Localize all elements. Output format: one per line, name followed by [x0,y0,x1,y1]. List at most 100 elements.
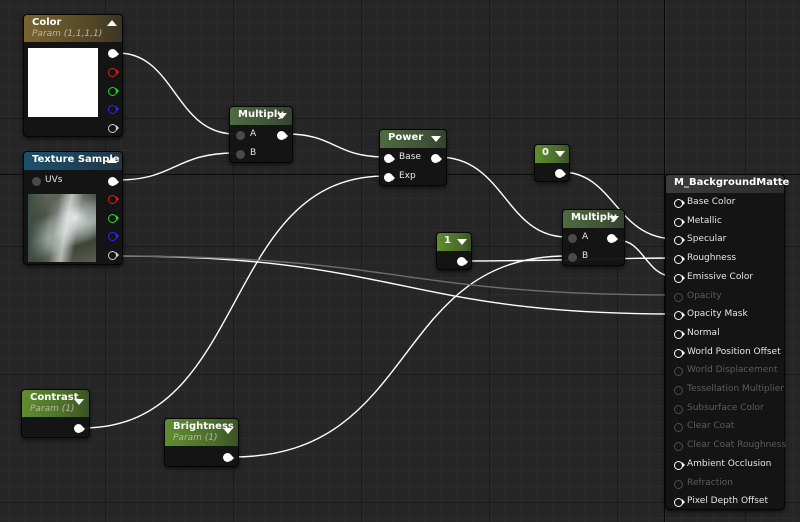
value-output-pin[interactable] [74,424,85,433]
result-output-pin[interactable] [607,234,618,243]
r-output-pin[interactable] [108,195,119,204]
uvs-label: UVs [45,175,63,185]
color-preview [28,48,98,117]
material-input-pin[interactable] [674,329,685,339]
caret-up-icon[interactable] [107,20,117,26]
uvs-input-pin[interactable] [32,177,41,186]
material-input-pin[interactable] [674,311,685,321]
material-input-label: Roughness [687,253,737,264]
texture-preview [28,194,96,262]
node-header[interactable]: Texture Sample [24,152,122,170]
b-input-label: B [582,251,589,261]
b-output-pin[interactable] [108,232,119,241]
caret-up-icon[interactable] [107,157,117,163]
material-input-label: Subsurface Color [687,402,764,413]
material-input-pin[interactable] [674,404,683,414]
node-title: Power [388,132,424,143]
brightness-param-node[interactable]: Brightness Param (1) [164,418,239,467]
g-output-pin[interactable] [108,214,119,223]
material-input-label: Opacity [687,290,722,301]
node-subtitle: Param (1,1,1,1) [32,29,103,39]
material-result-node[interactable]: M_BackgroundMatte Base Color Metallic Spec… [665,174,789,510]
b-input-pin[interactable] [236,150,245,159]
constant-node-0[interactable]: 0 [534,144,570,182]
node-title: Contrast [30,392,79,403]
material-input-label: Opacity Mask [687,309,748,320]
value-output-pin[interactable] [223,453,234,462]
wire-contrast-to-power-exp [82,175,386,429]
material-input-pin[interactable] [674,236,685,246]
r-output-pin[interactable] [108,68,119,77]
value-output-pin[interactable] [457,257,468,266]
material-input-label: Base Color [687,197,736,207]
material-input-pin[interactable] [674,460,685,470]
material-input-label: Emissive Color [687,271,754,282]
material-input-pin[interactable] [674,273,685,283]
node-header[interactable]: Color Param (1,1,1,1) [24,15,122,42]
caret-down-icon[interactable] [74,399,84,405]
material-input-pin[interactable] [674,199,685,208]
result-output-pin[interactable] [431,154,442,163]
caret-down-icon[interactable] [277,113,287,119]
wire-multiply-to-power-base [286,133,386,158]
material-input-label: Clear Coat Roughness [687,440,787,451]
wire-brightness-to-multiply2-b [232,255,568,458]
result-output-pin[interactable] [277,131,288,140]
multiply-node-1[interactable]: Multiply A B [229,106,293,163]
material-input-label: Tessellation Multiplier [687,384,784,394]
node-header[interactable]: M_BackgroundMatte [666,175,789,193]
material-input-pin[interactable] [674,367,683,377]
node-subtitle: Param (1) [173,433,218,443]
texture-sample-node[interactable]: Texture Sample UVs [23,151,123,265]
material-input-pin[interactable] [674,498,685,508]
power-node[interactable]: Power Base Exp [379,129,447,186]
node-header[interactable]: Contrast Param (1) [22,390,89,417]
material-input-label: Clear Coat [687,421,735,432]
material-input-label: Normal [687,327,720,338]
material-input-pin[interactable] [674,423,683,433]
caret-down-icon[interactable] [431,136,441,142]
material-input-pin[interactable] [674,292,683,302]
caret-down-icon[interactable] [555,151,565,157]
b-input-pin[interactable] [568,253,577,262]
caret-down-icon[interactable] [223,428,233,434]
node-header[interactable]: Multiply [563,210,624,228]
base-input-pin[interactable] [384,154,395,163]
multiply-node-2[interactable]: Multiply A B [562,209,625,266]
material-input-label: Metallic [687,215,722,226]
a-input-label: A [582,232,589,242]
node-header[interactable]: Power [380,130,446,148]
material-input-label: World Position Offset [687,346,781,357]
caret-down-icon[interactable] [457,239,467,245]
a-output-pin[interactable] [108,251,119,260]
constant-node-1[interactable]: 1 [436,232,472,270]
material-input-pin[interactable] [674,217,685,227]
caret-down-icon[interactable] [609,216,619,222]
color-param-node[interactable]: Color Param (1,1,1,1) [23,14,123,137]
material-input-pin[interactable] [674,386,683,395]
rgb-output-pin[interactable] [108,49,119,58]
material-input-label: World Displacement [687,365,778,376]
a-input-pin[interactable] [568,234,577,243]
b-output-pin[interactable] [108,105,119,114]
material-input-pin[interactable] [674,255,685,265]
node-header[interactable]: 1 [437,233,471,251]
node-title: 1 [444,235,451,246]
node-header[interactable]: Multiply [230,107,292,125]
rgb-output-pin[interactable] [108,177,119,186]
contrast-param-node[interactable]: Contrast Param (1) [21,389,90,438]
material-input-pin[interactable] [674,442,683,452]
exp-input-pin[interactable] [384,173,395,182]
value-output-pin[interactable] [555,169,566,178]
node-header[interactable]: Brightness Param (1) [165,419,238,446]
node-title: Color [32,17,62,28]
a-output-pin[interactable] [108,124,119,133]
node-header[interactable]: 0 [535,145,569,163]
wire-color-to-multiply-a [117,52,236,135]
a-input-pin[interactable] [236,131,245,140]
material-input-pin[interactable] [674,348,685,358]
material-input-pin[interactable] [674,479,683,489]
material-input-label: Refraction [687,477,733,488]
material-input-label: Pixel Depth Offset [687,496,768,507]
g-output-pin[interactable] [108,87,119,96]
